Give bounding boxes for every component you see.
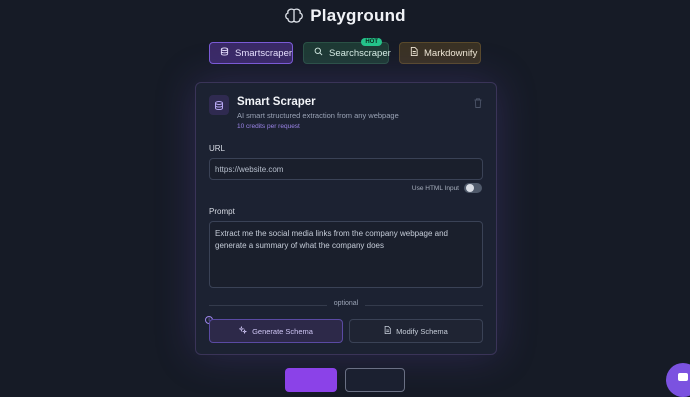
tab-searchscraper[interactable]: Searchscraper HOT — [303, 38, 391, 64]
hot-badge: HOT — [361, 38, 382, 46]
prompt-label: Prompt — [209, 207, 235, 216]
url-label: URL — [209, 144, 226, 153]
toggle-label: Use HTML Input — [411, 184, 459, 192]
tab-markdownify[interactable]: Markdownify — [399, 42, 481, 64]
smart-scraper-card: Smart Scraper AI smart structured extrac… — [195, 82, 497, 355]
toggle-knob — [466, 184, 474, 192]
html-input-toggle[interactable] — [464, 183, 482, 193]
code-button[interactable] — [345, 368, 405, 392]
card-header: Smart Scraper AI smart structured extrac… — [209, 95, 399, 130]
html-input-toggle-row: Use HTML Input — [412, 183, 482, 193]
card-title: Smart Scraper — [237, 96, 316, 108]
optional-divider: optional — [209, 300, 483, 307]
trash-icon[interactable] — [474, 95, 482, 108]
sparkles-icon — [238, 325, 248, 336]
database-icon — [220, 47, 229, 59]
search-icon — [314, 47, 323, 59]
chat-icon — [677, 371, 689, 389]
divider-text: optional — [333, 300, 359, 307]
url-input[interactable]: https://website.com — [209, 158, 483, 180]
run-button[interactable] — [285, 368, 337, 392]
action-buttons — [0, 368, 690, 392]
tab-label: Searchscraper — [329, 47, 391, 59]
document-edit-icon — [384, 326, 391, 336]
button-label: Modify Schema — [396, 326, 448, 336]
document-icon — [410, 47, 418, 59]
tab-smartscraper[interactable]: Smartscraper — [209, 42, 293, 64]
tab-label: Markdownify — [424, 47, 478, 59]
database-icon — [209, 95, 229, 115]
page-title: Playground — [310, 6, 406, 25]
mode-tabs: Smartscraper Searchscraper HOT Markdowni… — [0, 38, 690, 64]
page-header: Playground — [0, 6, 690, 26]
card-subtitle: AI smart structured extraction from any … — [237, 111, 399, 120]
modify-schema-button[interactable]: Modify Schema — [349, 319, 483, 343]
prompt-textarea[interactable]: Extract me the social media links from t… — [209, 221, 483, 288]
tab-label: Smartscraper — [235, 47, 293, 59]
credits-note: 10 credits per request — [237, 123, 300, 130]
generate-schema-button[interactable]: Generate Schema — [209, 319, 343, 343]
schema-buttons: Generate Schema Modify Schema — [209, 319, 483, 343]
button-label: Generate Schema — [252, 326, 313, 336]
brain-icon — [284, 6, 304, 26]
